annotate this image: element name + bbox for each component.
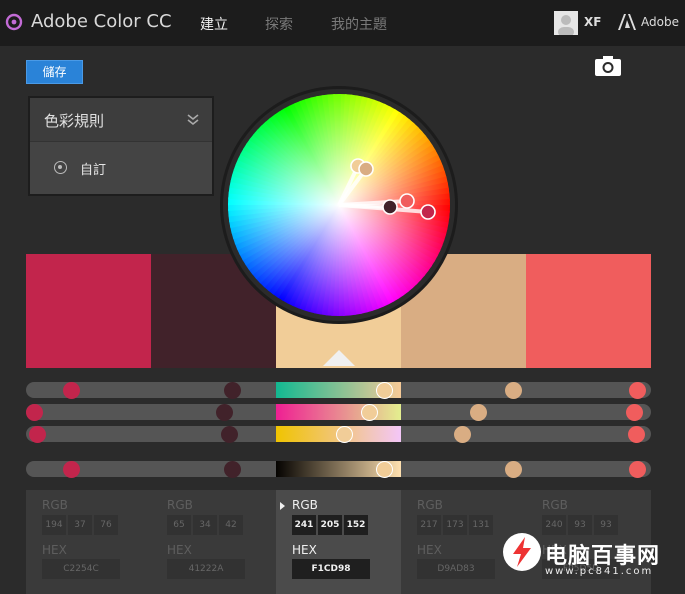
brightness-slider-knob-1[interactable]: [62, 460, 80, 478]
hex-field[interactable]: F1CD98: [292, 559, 370, 579]
nav-my-themes[interactable]: 我的主題: [331, 14, 387, 34]
brightness-slider-knob-4[interactable]: [505, 460, 522, 478]
rgb-g-field[interactable]: 205: [318, 515, 342, 535]
rgb-label: RGB: [542, 498, 568, 512]
rgb-r-field[interactable]: 217: [417, 515, 441, 535]
wheel-handle-2[interactable]: [358, 161, 374, 177]
brightness-slider-knob-2[interactable]: [223, 460, 241, 478]
red-slider-knob-2[interactable]: [223, 381, 241, 399]
rgb-g-field[interactable]: 37: [68, 515, 92, 535]
rgb-b-field[interactable]: 152: [344, 515, 368, 535]
rgb-b-field[interactable]: 93: [594, 515, 618, 535]
rgb-b-field[interactable]: 76: [94, 515, 118, 535]
red-slider-knob-4[interactable]: [505, 381, 522, 399]
hex-field[interactable]: 41222A: [167, 559, 245, 579]
color-wheel[interactable]: [223, 89, 455, 321]
color-rule-option-custom[interactable]: 自訂: [30, 142, 212, 194]
rgb-r-field[interactable]: 194: [42, 515, 66, 535]
rgb-g-field[interactable]: 34: [193, 515, 217, 535]
rgb-b-field[interactable]: 42: [219, 515, 243, 535]
radio-selected-icon[interactable]: [54, 161, 67, 174]
camera-icon[interactable]: [594, 55, 622, 77]
blue-slider-knob-3[interactable]: [336, 425, 354, 443]
blue-slider-knob-1[interactable]: [28, 425, 46, 443]
swatch-1[interactable]: [26, 254, 151, 368]
user-silhouette-icon: [558, 15, 574, 35]
blue-slider-knob-4[interactable]: [453, 425, 471, 443]
adobe-link[interactable]: Adobe: [641, 15, 679, 29]
rgb-r-field[interactable]: 240: [542, 515, 566, 535]
hex-field[interactable]: D9AD83: [417, 559, 495, 579]
hex-field[interactable]: C2254C: [42, 559, 120, 579]
wheel-handle-4[interactable]: [399, 193, 415, 209]
lightning-icon: [513, 537, 531, 567]
username[interactable]: XF: [584, 15, 601, 29]
watermark-url: www.pc841.com: [545, 566, 654, 577]
color-rule-panel: 色彩規則 自訂: [28, 96, 214, 196]
adobe-color-logo-icon[interactable]: [4, 12, 24, 32]
color-rule-dropdown[interactable]: 色彩規則: [30, 98, 212, 142]
app-title[interactable]: Adobe Color CC: [31, 11, 172, 32]
green-slider-knob-2[interactable]: [216, 403, 234, 421]
rgb-g-field[interactable]: 93: [568, 515, 592, 535]
color-wheel-graphic[interactable]: [223, 89, 455, 321]
save-button[interactable]: 儲存: [26, 60, 83, 84]
hex-label: HEX: [292, 543, 317, 557]
color-values-2[interactable]: RGB 65 34 42 HEX 41222A: [151, 490, 276, 594]
rgb-label: RGB: [417, 498, 443, 512]
user-avatar[interactable]: [554, 11, 578, 35]
nav-explore[interactable]: 探索: [265, 14, 293, 34]
red-slider-knob-1[interactable]: [62, 381, 80, 399]
selected-swatch-pointer-icon: [323, 350, 355, 366]
adobe-logo-icon[interactable]: [618, 14, 636, 30]
hex-label: HEX: [167, 543, 192, 557]
wheel-handle-5[interactable]: [420, 204, 436, 220]
hex-label: HEX: [417, 543, 442, 557]
rgb-g-field[interactable]: 173: [443, 515, 467, 535]
rgb-b-field[interactable]: 131: [469, 515, 493, 535]
blue-slider-knob-5[interactable]: [627, 425, 645, 443]
rgb-r-field[interactable]: 241: [292, 515, 316, 535]
green-slider-knob-1[interactable]: [26, 403, 43, 421]
blue-slider-knob-2[interactable]: [221, 425, 239, 443]
color-rule-option-label: 自訂: [80, 163, 107, 178]
rgb-r-field[interactable]: 65: [167, 515, 191, 535]
green-slider-knob-5[interactable]: [626, 403, 644, 421]
chevron-down-icon[interactable]: [186, 113, 200, 127]
rgb-label: RGB: [292, 498, 318, 512]
top-bar: Adobe Color CC 建立 探索 我的主題 XF Adobe: [0, 0, 685, 46]
nav-create[interactable]: 建立: [200, 14, 228, 34]
red-slider-knob-3[interactable]: [376, 381, 394, 399]
brightness-slider-knob-5[interactable]: [628, 460, 646, 478]
watermark-logo: [503, 533, 541, 571]
color-rule-title: 色彩規則: [44, 112, 105, 130]
green-slider-knob-3[interactable]: [361, 403, 379, 421]
swatch-5[interactable]: [526, 254, 651, 368]
rgb-label: RGB: [42, 498, 68, 512]
rgb-label: RGB: [167, 498, 193, 512]
green-slider-knob-4[interactable]: [470, 403, 487, 421]
hex-label: HEX: [42, 543, 67, 557]
red-slider-knob-5[interactable]: [628, 381, 646, 399]
wheel-handle-3[interactable]: [382, 199, 398, 215]
green-slider-gradient[interactable]: [276, 404, 401, 420]
color-values-3[interactable]: RGB 241 205 152 HEX F1CD98: [276, 490, 401, 594]
brightness-slider-knob-3[interactable]: [376, 460, 394, 478]
color-values-1[interactable]: RGB 194 37 76 HEX C2254C: [26, 490, 151, 594]
selected-arrow-icon: [280, 502, 285, 510]
